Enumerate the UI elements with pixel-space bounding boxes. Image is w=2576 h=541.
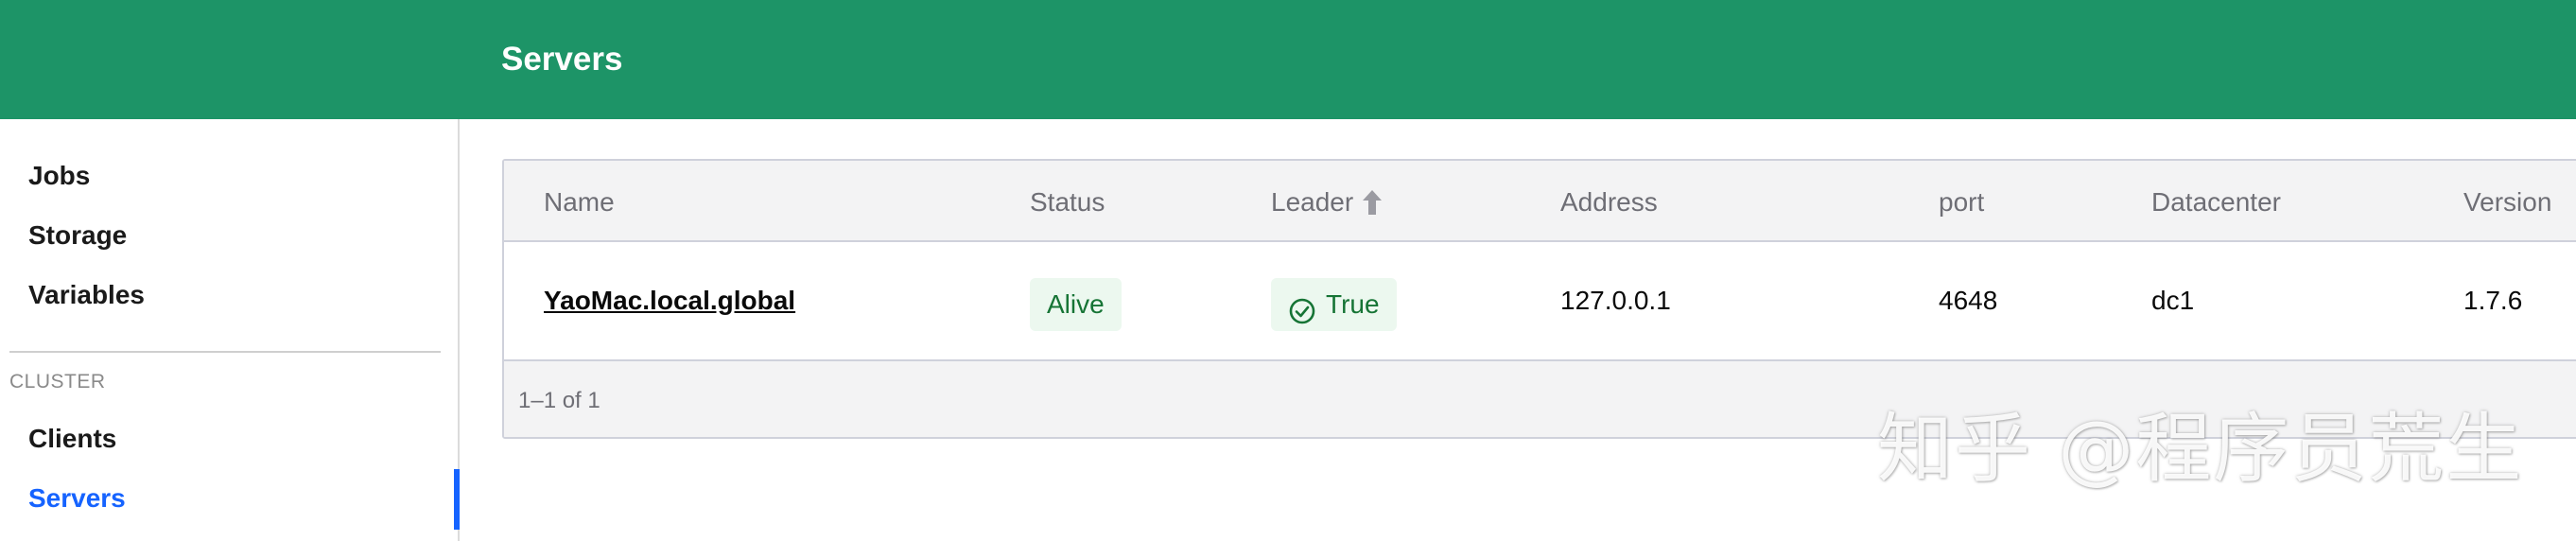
sidebar-section-cluster: CLUSTER	[9, 371, 106, 393]
active-indicator	[454, 469, 460, 530]
watermark: 知乎 @程序员荒生	[1877, 405, 2524, 493]
column-header-address[interactable]: Address	[1560, 186, 1658, 218]
column-header-status[interactable]: Status	[1030, 186, 1105, 218]
app: Servers Jobs Storage Variables CLUSTER C…	[0, 0, 2576, 541]
table-row[interactable]: YaoMac.local.global Alive True 127.0.0.1…	[504, 244, 2576, 361]
column-header-leader-label: Leader	[1271, 187, 1354, 217]
sidebar-item-variables[interactable]: Variables	[28, 278, 145, 312]
table-header: Name Status Leader Address port Datacent…	[504, 161, 2576, 242]
sidebar-item-clients[interactable]: Clients	[28, 422, 116, 456]
pagination-count: 1–1 of 1	[518, 388, 600, 413]
top-header: Servers	[0, 0, 2576, 119]
column-header-port[interactable]: port	[1939, 186, 1984, 218]
column-header-datacenter[interactable]: Datacenter	[2151, 186, 2281, 218]
server-name-link[interactable]: YaoMac.local.global	[544, 284, 795, 318]
leader-badge: True	[1271, 278, 1397, 331]
sidebar-divider	[9, 351, 441, 353]
datacenter-cell: dc1	[2151, 286, 2195, 315]
sidebar: Jobs Storage Variables CLUSTER Clients S…	[0, 119, 460, 541]
column-header-version[interactable]: Version	[2463, 186, 2551, 218]
page-title: Servers	[501, 41, 623, 78]
column-header-name[interactable]: Name	[544, 186, 615, 218]
column-header-leader[interactable]: Leader	[1271, 186, 1383, 218]
address-cell: 127.0.0.1	[1560, 286, 1671, 315]
arrow-up-icon	[1363, 190, 1383, 215]
leader-badge-label: True	[1326, 289, 1380, 319]
sidebar-item-servers[interactable]: Servers	[28, 481, 126, 515]
status-badge: Alive	[1030, 278, 1122, 331]
check-circle-icon	[1288, 290, 1316, 324]
port-cell: 4648	[1939, 286, 1998, 315]
version-cell: 1.7.6	[2463, 286, 2523, 315]
sidebar-item-jobs[interactable]: Jobs	[28, 159, 90, 193]
sidebar-item-storage[interactable]: Storage	[28, 218, 127, 253]
